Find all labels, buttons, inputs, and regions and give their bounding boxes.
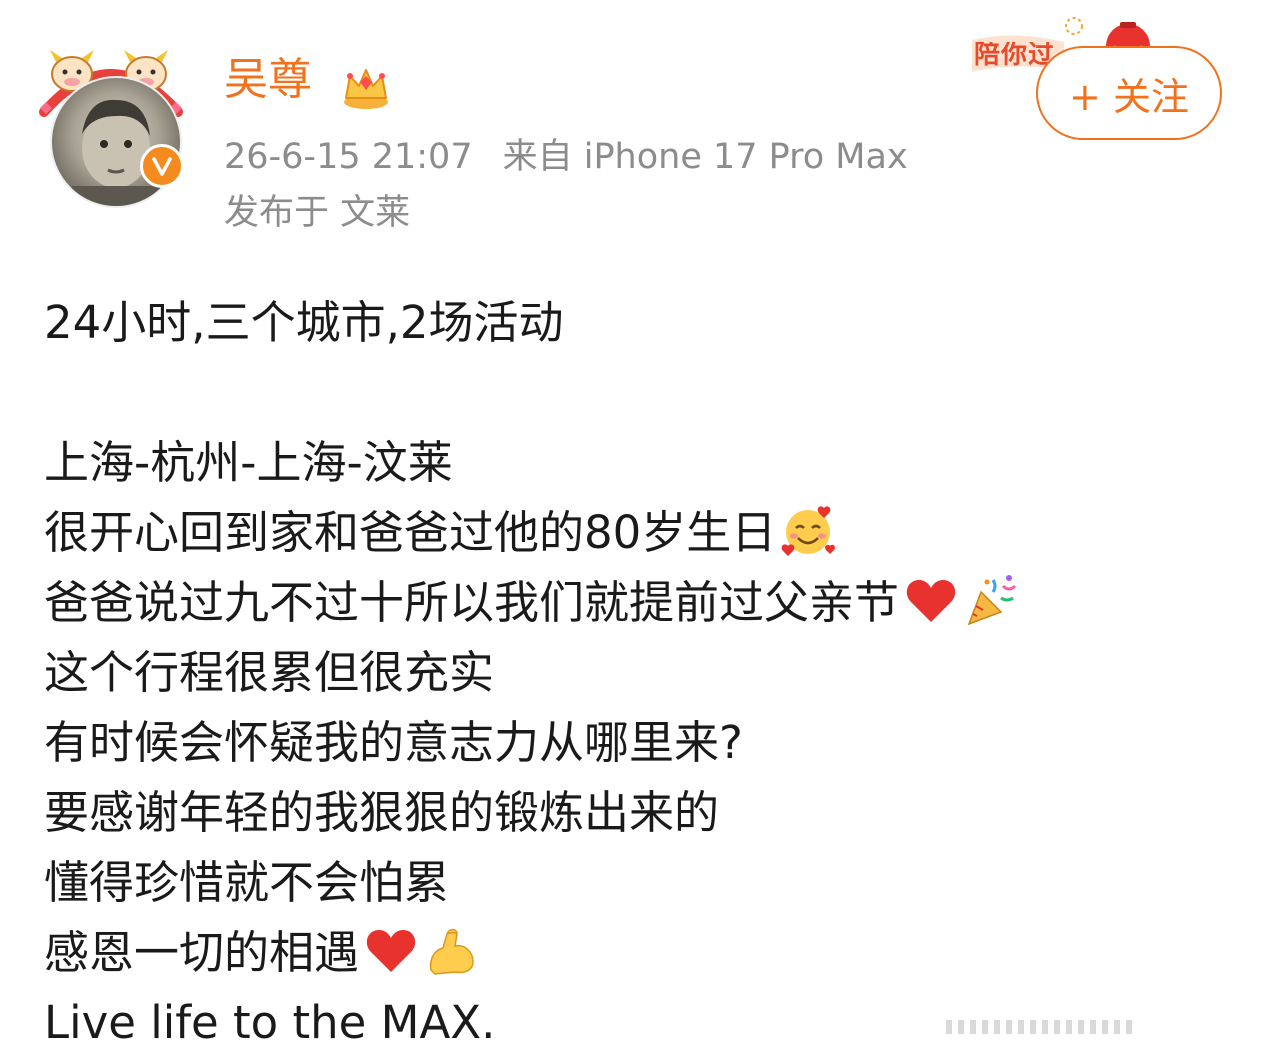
post-source: 来自 iPhone 17 Pro Max (502, 137, 908, 177)
smiling-face-with-hearts-icon (781, 506, 836, 556)
flexed-biceps-icon (429, 928, 474, 975)
post-line: 这个行程很累但很充实 (44, 646, 495, 699)
crown-icon (344, 69, 388, 109)
red-heart-icon (366, 930, 416, 972)
post-line-with-emoji: 爸爸说过九不过十所以我们就提前过父亲节 (44, 568, 1224, 638)
post-line-with-emoji: 感恩一切的相遇 (44, 918, 1224, 988)
post-line: 要感谢年轻的我狠狠的锻炼出来的 (44, 786, 720, 839)
post-location: 发布于 文莱 (224, 193, 411, 233)
party-popper-icon (967, 575, 1017, 626)
avatar-container[interactable] (36, 28, 192, 208)
username[interactable]: 吴尊 (224, 58, 312, 102)
post-line: 24小时,三个城市,2场活动 (44, 296, 564, 349)
verified-v-icon (140, 144, 184, 188)
post-line: 懂得珍惜就不会怕累 (44, 856, 450, 909)
post-meta: 26-6-15 21:07 来自 iPhone 17 Pro Max (224, 140, 908, 175)
follow-button[interactable]: + 关注 (1036, 46, 1222, 140)
post-content: 24小时,三个城市,2场活动 上海-杭州-上海-汶莱 很开心回到家和爸爸过他的8… (44, 288, 1224, 1052)
avatar[interactable] (50, 76, 182, 208)
post-line: 上海-杭州-上海-汶莱 (44, 436, 453, 489)
weibo-post: 吴尊 26-6-15 21:07 来自 iPhone 17 Pro Max 发布于… (0, 0, 1264, 1052)
post-line-text: 爸爸说过九不过十所以我们就提前过父亲节 (44, 576, 900, 629)
post-line-text: 感恩一切的相遇 (44, 926, 360, 979)
red-heart-icon (906, 580, 956, 622)
post-timestamp: 26-6-15 21:07 (224, 137, 473, 177)
post-line: 有时候会怀疑我的意志力从哪里来? (44, 716, 743, 769)
watermark-icon (946, 1020, 1132, 1034)
post-line-with-emoji: 很开心回到家和爸爸过他的80岁生日 (44, 498, 1224, 568)
post-line-text: 很开心回到家和爸爸过他的80岁生日 (44, 506, 777, 559)
